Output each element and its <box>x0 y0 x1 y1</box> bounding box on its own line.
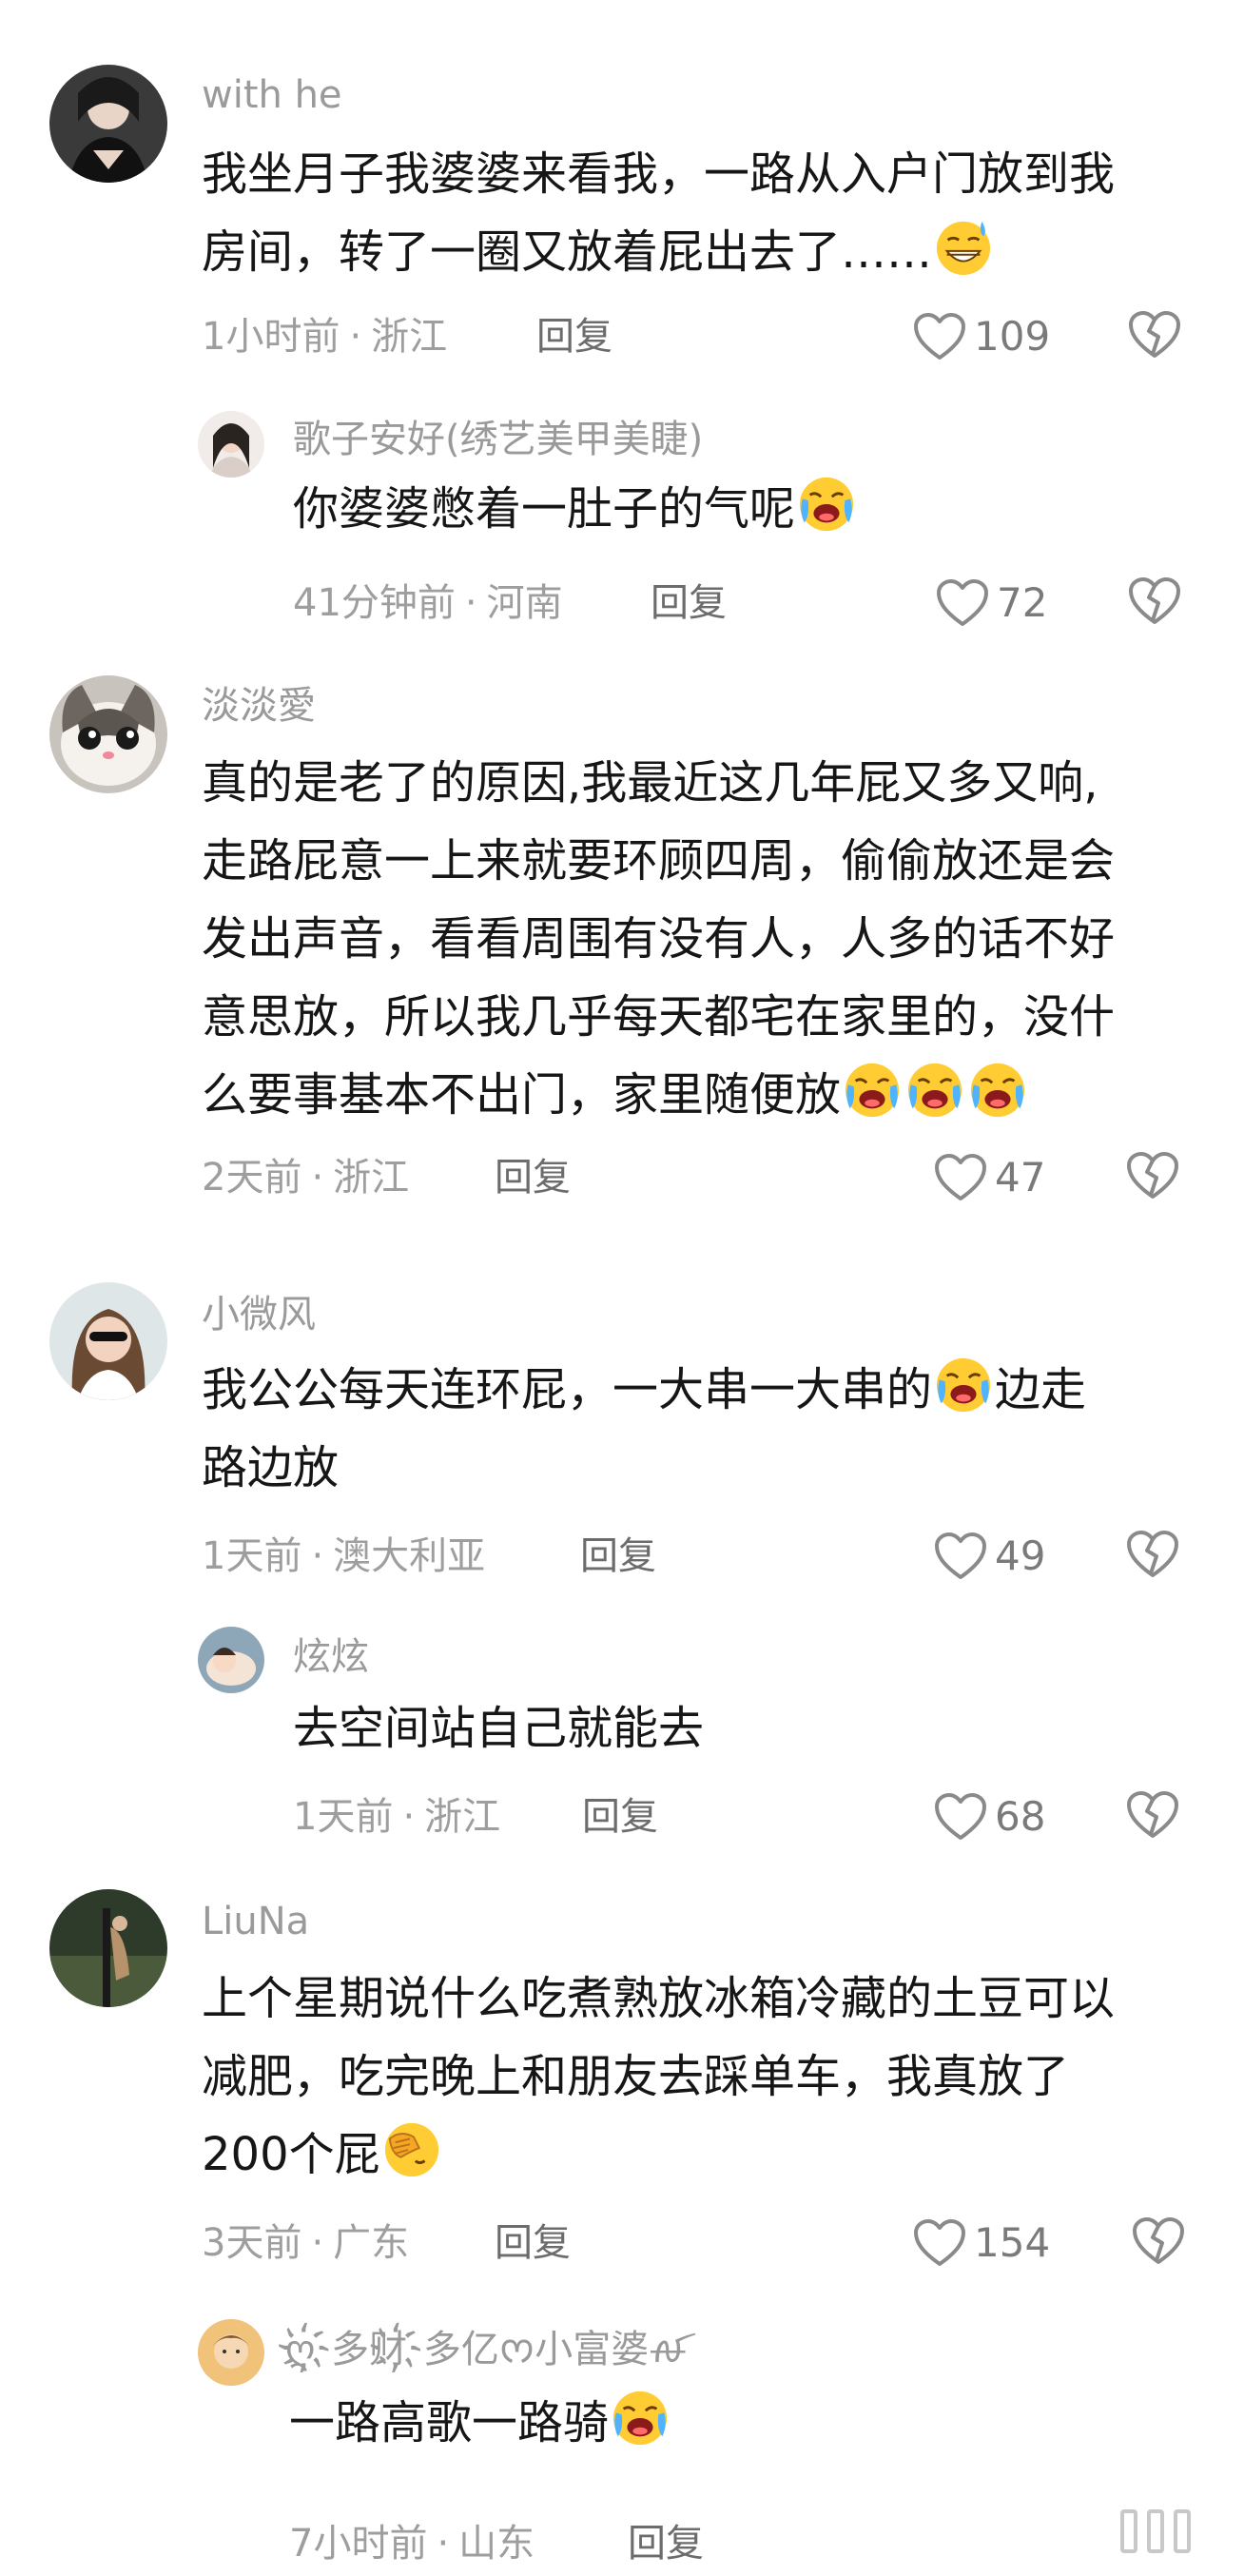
like-button[interactable]: 49 <box>934 1532 1045 1581</box>
comment-time: 1小时前 <box>202 315 340 359</box>
heart-outline-icon <box>913 312 966 361</box>
comment-text: 你婆婆憋着一肚子的气呢 <box>293 470 1149 548</box>
heart-outline-icon <box>934 1792 987 1842</box>
reply-button[interactable]: 回复 <box>536 314 612 360</box>
comment-time: 3天前 <box>202 2221 302 2265</box>
like-button[interactable]: 154 <box>913 2218 1050 2268</box>
comment-location: 广东 <box>333 2221 410 2265</box>
comment-item: 小微风 我公公每天连环屁，一大串一大串的 边走 路边放 1天前 · 澳大利亚 回复 4… <box>0 1265 1244 1598</box>
comment-text: 我坐月子我婆婆来看我，一路从入户门放到我 房间，转了一圈又放着屁出去了…… <box>202 147 1116 279</box>
reply-item: ღ҉多财҉多亿ᰔ小富婆ꫛ 一路高歌一路骑 7小时前 · 山东 回复 <box>0 2293 1244 2576</box>
comment-text: 去空间站自己就能去 <box>293 1702 705 1755</box>
grinning-sweat-emoji <box>934 218 993 277</box>
comment-location: 浙江 <box>333 1156 410 1200</box>
heart-outline-icon <box>913 2218 966 2268</box>
like-button[interactable]: 72 <box>936 578 1047 628</box>
avatar[interactable] <box>49 675 167 793</box>
comment-location: 浙江 <box>371 315 448 359</box>
reply-button[interactable]: 回复 <box>495 2220 571 2266</box>
avatar[interactable] <box>49 65 167 183</box>
like-count: 72 <box>997 579 1048 626</box>
loudly-crying-emoji <box>905 1061 964 1120</box>
like-count: 109 <box>974 313 1051 360</box>
like-button[interactable]: 109 <box>913 312 1050 361</box>
like-count: 47 <box>995 1154 1046 1200</box>
avatar[interactable] <box>49 1889 167 2007</box>
like-count: 49 <box>995 1532 1046 1579</box>
loudly-crying-emoji <box>934 1356 993 1415</box>
comment-time: 1天前 <box>202 1534 302 1578</box>
reply-button[interactable]: 回复 <box>495 1155 571 1200</box>
comment-meta: 1天前 · 浙江 <box>293 1795 501 1839</box>
broken-heart-icon[interactable] <box>1128 576 1181 626</box>
comment-meta: 1天前 · 澳大利亚 <box>202 1534 486 1578</box>
broken-heart-icon[interactable] <box>1126 1790 1179 1840</box>
comment-item: with he 我坐月子我婆婆来看我，一路从入户门放到我 房间，转了一圈又放着屁… <box>0 0 1244 361</box>
loudly-crying-emoji <box>797 475 856 534</box>
loudly-crying-emoji <box>611 2389 670 2448</box>
avatar[interactable] <box>198 1627 264 1693</box>
username[interactable]: ღ҉多财҉多亿ᰔ小富婆ꫛ <box>285 2327 688 2372</box>
avatar[interactable] <box>198 2319 264 2386</box>
reply-button[interactable]: 回复 <box>582 1794 658 1840</box>
comment-meta: 1小时前 · 浙江 <box>202 315 448 359</box>
heart-outline-icon <box>934 1153 987 1202</box>
reply-item: 歌子安好(绣艺美甲美睫) 你婆婆憋着一肚子的气呢 41分钟前 · 河南 回复 72 <box>0 381 1244 647</box>
heart-outline-icon <box>934 1532 987 1581</box>
facepalm-emoji <box>382 2120 441 2179</box>
broken-heart-icon[interactable] <box>1126 1151 1179 1200</box>
watermark-logo <box>1120 2509 1191 2553</box>
avatar[interactable] <box>198 411 264 478</box>
username[interactable]: LiuNa <box>202 1899 309 1944</box>
comment-location: 浙江 <box>424 1795 501 1839</box>
comment-text: 我公公每天连环屁，一大串一大串的 边走 路边放 <box>202 1351 1210 1507</box>
comment-location: 山东 <box>458 2522 535 2566</box>
reply-button[interactable]: 回复 <box>628 2521 704 2566</box>
comment-location: 河南 <box>486 581 563 625</box>
loudly-crying-emoji <box>843 1061 902 1120</box>
comment-time: 41分钟前 <box>293 581 456 625</box>
comment-meta: 7小时前 · 山东 <box>289 2522 535 2566</box>
username[interactable]: 歌子安好(绣艺美甲美睫) <box>293 417 703 462</box>
username[interactable]: with he <box>202 72 342 118</box>
like-button[interactable]: 68 <box>934 1792 1045 1842</box>
reply-button[interactable]: 回复 <box>651 580 727 626</box>
heart-outline-icon <box>936 578 989 628</box>
comment-meta: 2天前 · 浙江 <box>202 1156 410 1200</box>
comment-time: 1天前 <box>293 1795 394 1839</box>
reply-item: 炫炫 去空间站自己就能去 1天前 · 浙江 回复 68 <box>0 1608 1244 1855</box>
comment-meta: 41分钟前 · 河南 <box>293 581 563 625</box>
comment-meta: 3天前 · 广东 <box>202 2221 410 2265</box>
comment-time: 2天前 <box>202 1156 302 1200</box>
comment-item: 淡淡愛 真的是老了的原因,我最近这几年屁又多又响, 走路屁意一上来就要环顾四周，… <box>0 656 1244 1246</box>
like-count: 68 <box>995 1793 1046 1840</box>
like-count: 154 <box>974 2219 1051 2266</box>
reply-button[interactable]: 回复 <box>580 1533 656 1579</box>
comment-text: 上个星期说什么吃煮熟放冰箱冷藏的土豆可以 减肥，吃完晚上和朋友去踩单车，我真放了… <box>202 1972 1116 2181</box>
username[interactable]: 小微风 <box>202 1292 316 1337</box>
comment-location: 澳大利亚 <box>333 1534 486 1578</box>
comment-text: 真的是老了的原因,我最近这几年屁又多又响, 走路屁意一上来就要环顾四周，偷偷放还… <box>202 756 1116 1122</box>
comment-text: 一路高歌一路骑 <box>289 2384 1145 2462</box>
loudly-crying-emoji <box>968 1061 1027 1120</box>
broken-heart-icon[interactable] <box>1132 2216 1185 2266</box>
broken-heart-icon[interactable] <box>1126 1530 1179 1579</box>
username[interactable]: 炫炫 <box>293 1634 369 1680</box>
username[interactable]: 淡淡愛 <box>202 683 316 729</box>
avatar[interactable] <box>49 1282 167 1400</box>
broken-heart-icon[interactable] <box>1128 310 1181 360</box>
comment-time: 7小时前 <box>289 2522 428 2566</box>
like-button[interactable]: 47 <box>934 1153 1045 1202</box>
comment-item: LiuNa 上个星期说什么吃煮熟放冰箱冷藏的土豆可以 减肥，吃完晚上和朋友去踩单… <box>0 1874 1244 2283</box>
